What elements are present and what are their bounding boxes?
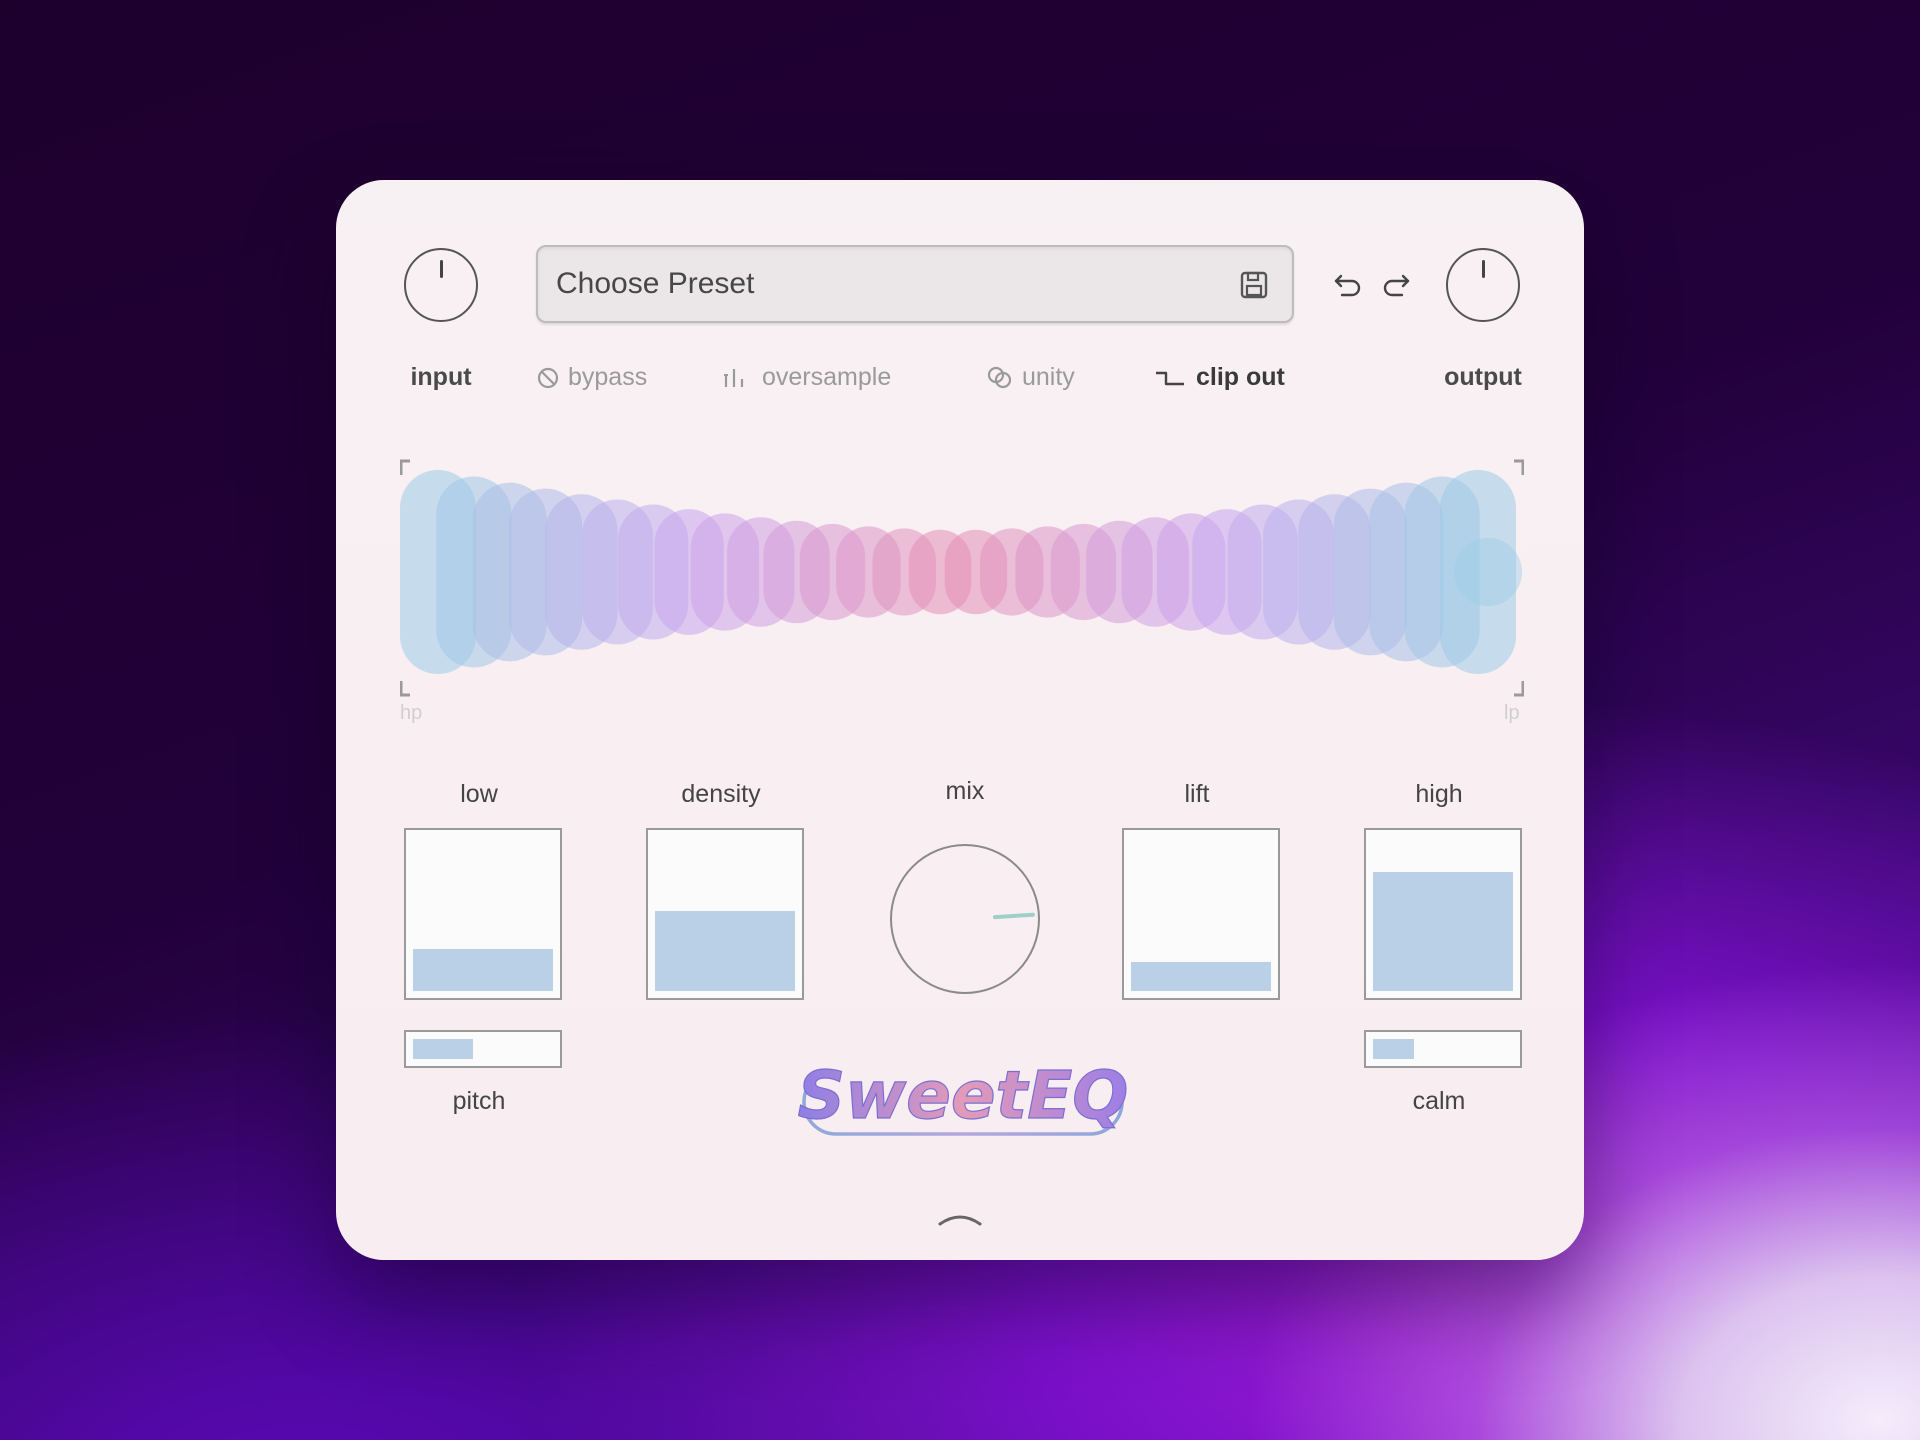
density-slider[interactable] [646,828,804,1000]
preset-selector[interactable]: Choose Preset [536,245,1294,323]
output-label: output [1444,363,1522,391]
logo-text: SweetEQ [798,1057,1128,1134]
frequency-visualizer[interactable] [400,455,1524,705]
unity-icon [987,366,1012,388]
high-slider[interactable] [1364,828,1522,1000]
plugin-window: input Choose Preset output bypass oversa… [336,180,1584,1260]
unity-toggle[interactable]: unity [986,363,1075,392]
lowpass-band [1454,538,1522,606]
low-slider[interactable] [404,828,562,1000]
unity-label: unity [1022,363,1075,391]
density-slider-fill [655,910,795,991]
mix-label: mix [945,777,985,805]
bypass-label: bypass [568,363,648,391]
mix-knob-pointer [992,912,1035,920]
calm-slider-fill [1373,1039,1414,1059]
low-label: low [460,780,498,808]
input-label: input [410,363,472,391]
knob-indicator [1482,260,1485,278]
clip-icon [1156,371,1184,385]
bypass-toggle[interactable]: bypass [536,363,647,392]
low-slider-fill [413,949,553,991]
calm-label: calm [1412,1087,1466,1115]
bypass-icon [537,367,559,388]
oversample-icon [724,368,744,387]
output-knob[interactable] [1446,248,1520,322]
calm-slider[interactable] [1364,1030,1522,1068]
lowpass-label: lp [1504,702,1520,724]
undo-icon[interactable] [1332,270,1364,300]
clip-out-toggle[interactable]: clip out [1154,363,1285,392]
redo-icon[interactable] [1380,270,1412,300]
save-icon[interactable] [1238,269,1270,301]
highpass-label: hp [400,702,423,724]
preset-placeholder: Choose Preset [556,267,755,300]
oversample-toggle[interactable]: oversample [722,363,891,392]
chevron-up-icon[interactable] [936,1210,984,1228]
pitch-slider[interactable] [404,1030,562,1068]
sweeteq-logo: SweetEQ [798,1056,1128,1136]
pitch-label: pitch [452,1087,506,1115]
high-label: high [1415,780,1463,808]
lift-label: lift [1184,780,1210,808]
pitch-slider-fill [413,1039,474,1059]
lift-slider-fill [1131,961,1271,991]
frequency-bands [400,470,1522,674]
mix-knob[interactable] [888,842,1042,996]
knob-indicator [440,260,443,278]
high-slider-fill [1373,872,1513,991]
clip-out-label: clip out [1196,363,1285,391]
oversample-label: oversample [762,363,892,391]
lift-slider[interactable] [1122,828,1280,1000]
input-knob[interactable] [404,248,478,322]
density-label: density [681,780,761,808]
